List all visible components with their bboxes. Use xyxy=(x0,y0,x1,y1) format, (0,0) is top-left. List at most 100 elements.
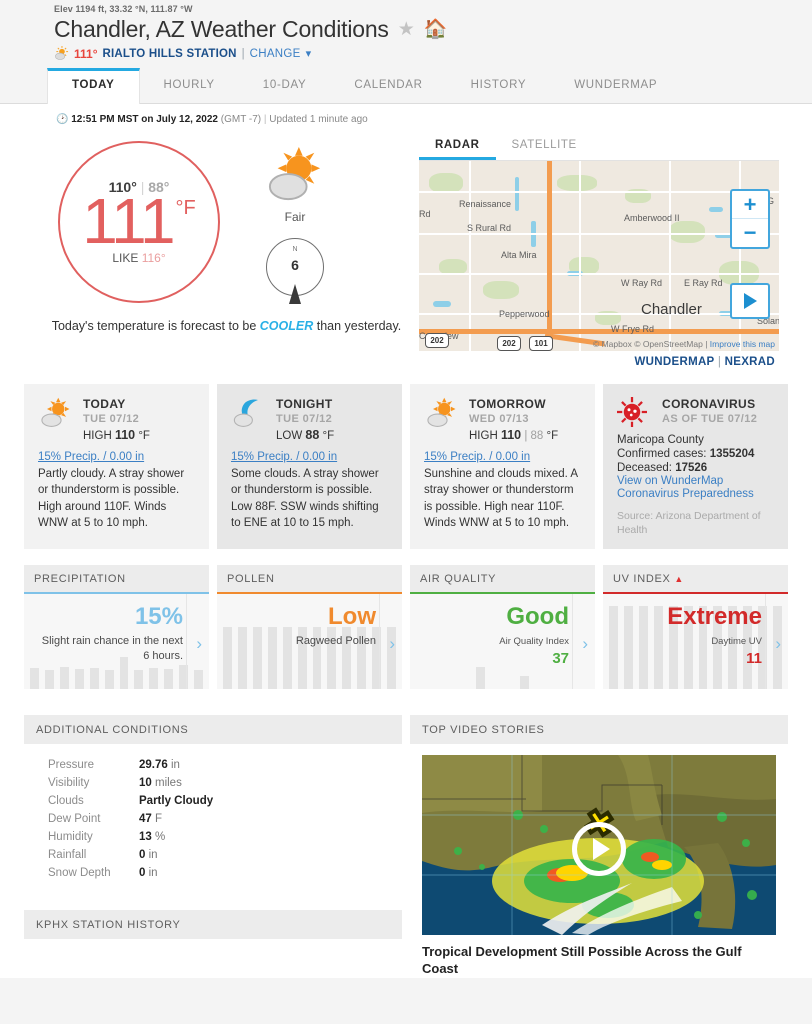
map-play-button[interactable] xyxy=(730,283,770,319)
change-station-link[interactable]: CHANGE xyxy=(250,48,301,60)
metric-card-uv-index[interactable]: UV INDEX ▲ Extreme Daytime UV 11 › xyxy=(603,565,788,690)
table-row: Humidity 13 % xyxy=(24,828,402,846)
home-icon[interactable]: 🏠 xyxy=(424,20,448,39)
top-video-stories-title: TOP VIDEO STORIES xyxy=(410,715,788,745)
condition-key: Pressure xyxy=(48,759,95,772)
forecast-date: WED 07/13 xyxy=(469,413,529,425)
table-row: Snow Depth 0 in xyxy=(24,864,402,882)
station-name[interactable]: RIALTO HILLS STATION xyxy=(103,48,237,60)
metric-card-precipitation[interactable]: PRECIPITATION 15% Slight rain chance in t… xyxy=(24,565,209,690)
tab-history[interactable]: HISTORY xyxy=(447,68,551,103)
forecast-hl-value: 110 xyxy=(114,428,136,442)
map-label: Alta Mira xyxy=(501,250,537,260)
chevron-right-icon[interactable]: › xyxy=(775,634,781,654)
view-on-wundermap-link[interactable]: View on WunderMap xyxy=(617,475,774,487)
tab-today[interactable]: TODAY xyxy=(47,68,140,104)
forecast-date: TUE 07/12 xyxy=(83,413,140,425)
forecast-hl-unit: °F xyxy=(546,430,559,442)
metric-card-content: Extreme Daytime UV 11 xyxy=(603,594,788,689)
play-button-icon[interactable] xyxy=(572,821,626,876)
elevation-coordinates: Elev 1194 ft, 33.32 °N, 111.87 °W xyxy=(54,4,193,14)
condition-value: 13 % xyxy=(139,831,166,844)
map-tabs: RADAR SATELLITE xyxy=(419,127,779,161)
forecast-card-tonight[interactable]: TONIGHT TUE 07/12 LOW 88 °F 15% Precip. … xyxy=(217,384,402,550)
sun-behind-cloud-icon xyxy=(264,147,326,208)
wundermap-link[interactable]: WUNDERMAP xyxy=(635,356,715,368)
map-zoom-controls[interactable]: + − xyxy=(730,189,770,249)
map-tab-satellite[interactable]: SATELLITE xyxy=(496,127,593,160)
forecast-high-low: HIGH 110 °F xyxy=(83,428,150,442)
station-temperature: 111° xyxy=(74,46,98,61)
additional-conditions-table: Pressure 29.76 in Visibility 10 miles Clouds… xyxy=(24,744,402,891)
moon-behind-cloud-icon xyxy=(231,397,267,431)
coronavirus-card[interactable]: CORONAVIRUS AS OF TUE 07/12 Maricopa Cou… xyxy=(603,384,788,550)
metric-card-sub-label: Air Quality Index xyxy=(499,635,569,647)
coronavirus-preparedness-link[interactable]: Coronavirus Preparedness xyxy=(617,488,774,500)
video-thumbnail[interactable]: ✖ xyxy=(422,755,776,936)
table-row: Dew Point 47 F xyxy=(24,810,402,828)
trend-prefix: Today's temperature is forecast to be xyxy=(51,319,257,333)
observation-timestamp: 🕑 12:51 PM MST on July 12, 2022 (GMT -7)… xyxy=(0,104,812,125)
metric-card-air-quality[interactable]: AIR QUALITY Good Air Quality Index 37 › xyxy=(410,565,595,690)
highway-shield-icon: 202 xyxy=(425,333,449,348)
separator: | xyxy=(717,356,722,368)
tab-10-day[interactable]: 10-DAY xyxy=(239,68,331,103)
tab-wundermap[interactable]: WUNDERMAP xyxy=(550,68,681,103)
video-headline[interactable]: Tropical Development Still Possible Acro… xyxy=(410,935,788,978)
improve-map-link[interactable]: Improve this map xyxy=(710,339,775,349)
chevron-right-icon[interactable]: › xyxy=(582,634,588,654)
forecast-card-today[interactable]: TODAY TUE 07/12 HIGH 110 °F 15% Precip. … xyxy=(24,384,209,550)
tab-calendar[interactable]: CALENDAR xyxy=(330,68,446,103)
metric-card-value: Extreme xyxy=(667,603,762,631)
metric-card-sub-label: Daytime UV xyxy=(711,635,762,647)
sun-behind-cloud-icon xyxy=(54,46,69,61)
forecast-precip-link[interactable]: 15% Precip. / 0.00 in xyxy=(38,451,195,463)
condition-label: Fair xyxy=(284,210,306,224)
chevron-right-icon[interactable]: › xyxy=(196,634,202,654)
play-icon xyxy=(743,293,757,309)
map-attribution-sources: © Mapbox © OpenStreetMap xyxy=(592,339,703,349)
metric-card-title: PRECIPITATION xyxy=(24,565,209,593)
compass-needle-icon xyxy=(289,284,301,304)
forecast-precip-link[interactable]: 15% Precip. / 0.00 in xyxy=(424,451,581,463)
forecast-description: Sunshine and clouds mixed. A stray showe… xyxy=(424,468,578,529)
map-canvas[interactable]: Renaissance Amberwood II Rd S Rural Rd Alta … xyxy=(419,161,779,351)
zoom-out-button[interactable]: − xyxy=(732,219,768,247)
current-readout: 110° | 88° 111 °F LIKE 116° Fair N 6 xyxy=(24,127,419,304)
nexrad-link[interactable]: NEXRAD xyxy=(725,356,775,368)
title-row: Chandler, AZ Weather Conditions ★ 🏠 xyxy=(0,14,812,43)
tab-hourly[interactable]: HOURLY xyxy=(140,68,239,103)
confirmed-cases-label: Confirmed cases: xyxy=(617,448,707,460)
forecast-card-tomorrow[interactable]: TOMORROW WED 07/13 HIGH 110 | 88 °F 15% … xyxy=(410,384,595,550)
forecast-date: TUE 07/12 xyxy=(276,413,333,425)
forecast-hl-label: LOW xyxy=(276,430,303,442)
map-tab-radar[interactable]: RADAR xyxy=(419,127,496,160)
metric-card-subtext: Slight rain chance in the next 6 hours. xyxy=(41,634,183,662)
zoom-in-button[interactable]: + xyxy=(732,191,768,219)
highway-shield-icon: 202 xyxy=(497,336,521,351)
main-content: 🕑 12:51 PM MST on July 12, 2022 (GMT -7)… xyxy=(0,104,812,979)
chevron-down-icon[interactable]: ▾ xyxy=(306,47,312,60)
forecast-period: TONIGHT xyxy=(276,397,333,411)
confirmed-cases-value: 1355204 xyxy=(709,448,755,460)
updated-ago: Updated 1 minute ago xyxy=(269,114,368,125)
coronavirus-asof: AS OF TUE 07/12 xyxy=(662,413,758,425)
deceased-row: Deceased: 17526 xyxy=(617,462,774,474)
star-icon[interactable]: ★ xyxy=(398,20,415,39)
wind-compass: N 6 xyxy=(266,238,324,304)
forecast-precip-link[interactable]: 15% Precip. / 0.00 in xyxy=(231,451,388,463)
metric-card-value: Low xyxy=(328,603,376,631)
map-attribution: © Mapbox © OpenStreetMap | Improve this … xyxy=(593,339,775,349)
metric-card-body: 15% Slight rain chance in the next 6 hour… xyxy=(24,594,209,690)
condition-column: Fair N 6 xyxy=(264,141,326,304)
table-row: Rainfall 0 in xyxy=(24,846,402,864)
virus-icon xyxy=(617,397,653,431)
table-row: Pressure 29.76 in xyxy=(24,756,402,774)
condition-value: Partly Cloudy xyxy=(139,795,214,808)
forecast-description: Some clouds. A stray shower or thunderst… xyxy=(231,468,379,529)
chevron-right-icon[interactable]: › xyxy=(389,634,395,654)
metric-card-pollen[interactable]: POLLEN Low Ragweed Pollen › xyxy=(217,565,402,690)
forecast-hl-value: 110 xyxy=(500,428,522,442)
forecast-period: TODAY xyxy=(83,397,126,411)
observation-gmt: (GMT -7) xyxy=(220,114,262,125)
